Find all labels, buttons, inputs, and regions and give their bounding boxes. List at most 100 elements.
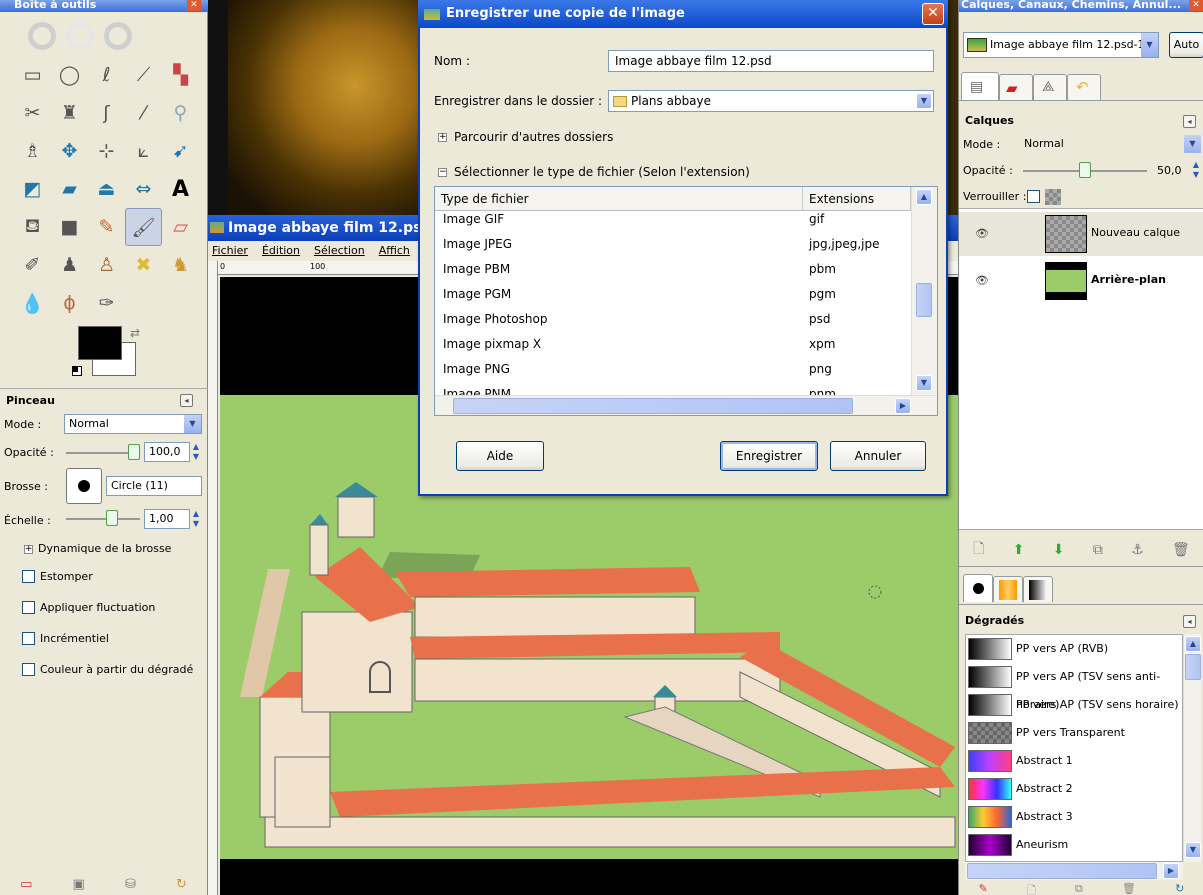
table-row[interactable]: Image JPEG jpg,jpeg,jpe <box>435 232 911 257</box>
scissors-icon[interactable]: ✂ <box>14 94 51 132</box>
list-item[interactable]: PP vers AP (TSV sens anti-horaire) <box>966 663 1182 711</box>
lock-alpha-icon[interactable] <box>1045 189 1061 205</box>
toolbox-close-icon[interactable]: ✕ <box>187 0 201 11</box>
dock-titlebar[interactable]: Calques, Canaux, Chemins, Annul... <box>959 0 1203 12</box>
brush-name-field[interactable]: Circle (11) <box>106 476 202 496</box>
help-button[interactable]: Aide <box>456 441 544 471</box>
list-item[interactable]: PP vers AP (TSV sens horaire) <box>966 691 1182 719</box>
text-icon[interactable]: A <box>162 170 199 208</box>
delete-gradient-icon[interactable]: 🗑 <box>1122 882 1136 895</box>
scroll-right-icon[interactable]: ▶ <box>1163 863 1179 879</box>
tab-gradients[interactable] <box>1023 576 1053 602</box>
scroll-right-icon[interactable]: ▶ <box>895 398 911 414</box>
panel-menu-icon[interactable]: ◂ <box>1183 115 1196 128</box>
table-row[interactable]: Image PGM pgm <box>435 282 911 307</box>
table-vertical-scrollbar[interactable]: ▲ ▼ <box>911 187 937 395</box>
reset-options-icon[interactable]: ↻ <box>176 877 187 895</box>
layer-opacity-value[interactable]: 50,0 <box>1157 164 1182 177</box>
edit-gradient-icon[interactable]: ✎ <box>979 882 988 895</box>
scale-icon[interactable]: ◩ <box>14 170 51 208</box>
tab-paths[interactable]: ⟁ <box>1033 74 1067 100</box>
tab-layers[interactable]: ▤ <box>961 72 999 100</box>
toolbox-titlebar[interactable]: Boîte à outils <box>0 0 208 12</box>
ellipse-select-icon[interactable]: ◯ <box>51 56 88 94</box>
opacity-spinner-icon[interactable]: ▲ ▼ <box>191 442 201 462</box>
expander-plus-icon[interactable]: + <box>24 545 33 554</box>
table-row[interactable]: Image PNM pnm <box>435 382 911 396</box>
crop-icon[interactable]: ⟀ <box>125 132 162 170</box>
clone-icon[interactable]: ♙ <box>88 246 125 284</box>
list-item[interactable]: Abstract 2 <box>966 775 1182 803</box>
cancel-button[interactable]: Annuler <box>830 441 926 471</box>
color-select-icon[interactable]: ▚ <box>162 56 199 94</box>
panel-menu-icon[interactable]: ◂ <box>180 394 193 407</box>
tab-channels[interactable]: ▰ <box>999 74 1033 100</box>
scroll-thumb[interactable] <box>916 283 932 317</box>
dialog-titlebar[interactable]: Enregistrer une copie de l'image <box>418 0 948 28</box>
brush-preview[interactable] <box>66 468 102 504</box>
refresh-gradients-icon[interactable]: ↻ <box>1175 882 1184 895</box>
shear-icon[interactable]: ▰ <box>51 170 88 208</box>
image-select[interactable]: Image abbaye film 12.psd-1 ▼ <box>963 32 1159 58</box>
color-swatches[interactable]: ⇄ <box>72 326 148 381</box>
anchor-layer-icon[interactable]: ⚓ <box>1131 542 1144 558</box>
fluctuation-checkbox[interactable] <box>22 601 35 614</box>
scale-input[interactable]: 1,00 <box>144 509 190 529</box>
table-row[interactable]: Image PBM pbm <box>435 257 911 282</box>
lasso-icon[interactable]: ℓ <box>88 56 125 94</box>
align-icon[interactable]: ⊹ <box>88 132 125 170</box>
mode-select[interactable]: Normal ▼ <box>64 414 202 434</box>
dynamics-expander[interactable]: Dynamique de la brosse <box>38 542 171 555</box>
foreground-color-swatch[interactable] <box>78 326 122 360</box>
scroll-down-icon[interactable]: ▼ <box>1185 842 1201 858</box>
raise-layer-icon[interactable]: ⬆ <box>1013 542 1025 558</box>
layer-row[interactable]: 👁 Nouveau calque <box>959 212 1203 256</box>
ink-icon[interactable]: ♟ <box>51 246 88 284</box>
layer-opacity-spinner-icon[interactable]: ▲ ▼ <box>1191 160 1201 180</box>
rotate-icon[interactable]: ➹ <box>162 132 199 170</box>
pencil-icon[interactable]: ✎ <box>88 208 125 246</box>
zoom-icon[interactable]: ⚲ <box>162 94 199 132</box>
expander-plus-icon[interactable]: + <box>438 133 447 142</box>
save-button[interactable]: Enregistrer <box>720 441 818 471</box>
list-item[interactable]: Abstract 1 <box>966 747 1182 775</box>
list-item[interactable]: Abstract 3 <box>966 803 1182 831</box>
menu-affichage[interactable]: Affich <box>379 241 410 261</box>
scale-slider-track[interactable] <box>66 518 140 520</box>
restore-options-icon[interactable]: ▣ <box>73 877 85 895</box>
layer-mode-select[interactable]: Normal ▼ <box>1019 134 1202 154</box>
foreground-select-icon[interactable]: ♜ <box>51 94 88 132</box>
color-picker-icon[interactable]: ⁄ <box>125 94 162 132</box>
close-icon[interactable]: ✕ <box>922 3 944 25</box>
menu-edition[interactable]: Édition <box>262 241 300 261</box>
scroll-down-icon[interactable]: ▼ <box>916 375 932 391</box>
list-item[interactable]: Aneurism <box>966 831 1182 859</box>
magic-wand-icon[interactable]: ⟋ <box>125 56 162 94</box>
hscroll-thumb[interactable] <box>453 398 853 414</box>
duplicate-layer-icon[interactable]: ⧉ <box>1093 542 1103 558</box>
move-icon[interactable]: ✥ <box>51 132 88 170</box>
list-item[interactable]: PP vers AP (RVB) <box>966 635 1182 663</box>
filetype-expander[interactable]: Sélectionner le type de fichier (Selon l… <box>454 165 750 179</box>
gradients-scrollbar[interactable]: ▲ ▼ <box>1183 634 1201 862</box>
scale-spinner-icon[interactable]: ▲ ▼ <box>191 509 201 529</box>
perspective-icon[interactable]: ⏏ <box>88 170 125 208</box>
browse-folders-expander[interactable]: Parcourir d'autres dossiers <box>454 130 613 144</box>
table-row[interactable]: Image GIF gif <box>435 207 911 232</box>
blur-icon[interactable]: 💧 <box>14 284 51 322</box>
default-colors-icon[interactable] <box>72 366 82 376</box>
list-item[interactable]: PP vers Transparent <box>966 719 1182 747</box>
estomper-checkbox[interactable] <box>22 570 35 583</box>
lock-pixels-checkbox[interactable] <box>1027 190 1040 203</box>
swap-colors-icon[interactable]: ⇄ <box>130 326 140 340</box>
paintbrush-icon[interactable]: 🖌 <box>125 208 162 246</box>
heal-icon[interactable]: ✖ <box>125 246 162 284</box>
layer-row[interactable]: 👁 Arrière-plan <box>959 259 1203 303</box>
duplicate-gradient-icon[interactable]: ⧉ <box>1075 882 1083 895</box>
perspective-clone-icon[interactable]: ♞ <box>162 246 199 284</box>
tab-undo[interactable]: ↶ <box>1067 74 1101 100</box>
tab-brushes[interactable] <box>963 574 993 602</box>
airbrush-icon[interactable]: ✐ <box>14 246 51 284</box>
smudge-icon[interactable]: ϕ <box>51 284 88 322</box>
blend-icon[interactable]: ■ <box>51 208 88 246</box>
